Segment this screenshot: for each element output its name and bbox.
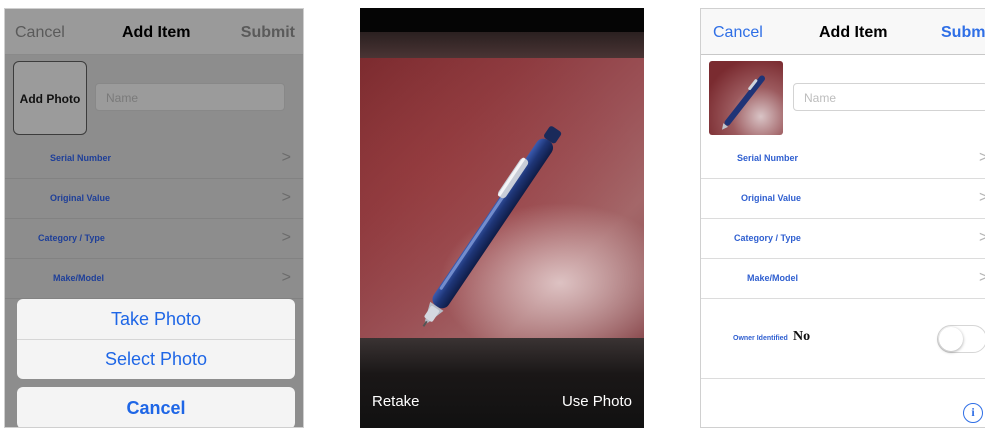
name-field[interactable]: Name xyxy=(95,83,285,111)
cancel-button[interactable]: Cancel xyxy=(713,24,763,42)
nav-bar: Cancel Add Item Submit xyxy=(701,9,985,55)
submit-button[interactable]: Submit xyxy=(941,24,985,42)
take-photo-button[interactable]: Take Photo xyxy=(17,299,295,339)
action-sheet-cancel-group: Cancel xyxy=(17,387,295,427)
chevron-right-icon: > xyxy=(281,189,291,206)
action-sheet: Take Photo Select Photo xyxy=(17,299,295,379)
chevron-right-icon: > xyxy=(979,229,985,247)
sheet-cancel-button[interactable]: Cancel xyxy=(17,387,295,427)
chevron-right-icon: > xyxy=(979,149,985,167)
chevron-right-icon: > xyxy=(979,189,985,207)
retake-button[interactable]: Retake xyxy=(372,393,420,410)
nav-bar: Cancel Add Item Submit xyxy=(5,9,303,55)
chevron-right-icon: > xyxy=(281,149,291,166)
camera-controls-bar xyxy=(360,338,644,428)
row-serial-number[interactable]: Serial Number > xyxy=(5,139,303,179)
pen-photo xyxy=(422,126,562,327)
row-label: Make/Model xyxy=(53,273,105,283)
add-photo-button[interactable]: Add Photo xyxy=(13,61,87,135)
owner-identified-toggle[interactable] xyxy=(937,325,985,353)
form-screen-with-photo: Cancel Add Item Submit Name Serial Numbe… xyxy=(700,8,985,428)
row-original-value[interactable]: Original Value > xyxy=(5,179,303,219)
row-label: Serial Number xyxy=(737,153,799,163)
row-label: Original Value xyxy=(741,193,802,203)
row-label: Category / Type xyxy=(38,233,105,243)
camera-top-strip xyxy=(360,32,644,58)
submit-button[interactable]: Submit xyxy=(241,24,295,42)
chevron-right-icon: > xyxy=(979,269,985,287)
select-photo-button[interactable]: Select Photo xyxy=(17,339,295,379)
row-label: Original Value xyxy=(50,193,111,203)
info-icon[interactable]: i xyxy=(963,403,983,423)
owner-label: Owner Identified xyxy=(733,335,788,342)
row-make-model[interactable]: Make/Model > xyxy=(5,259,303,299)
chevron-right-icon: > xyxy=(281,229,291,246)
page-title: Add Item xyxy=(819,24,888,41)
camera-preview-screen: Retake Use Photo xyxy=(360,8,644,428)
row-serial-number[interactable]: Serial Number > xyxy=(701,139,985,179)
row-category-type[interactable]: Category / Type > xyxy=(5,219,303,259)
toggle-knob xyxy=(939,327,963,351)
page-title: Add Item xyxy=(122,24,191,41)
form-screen-with-action-sheet: Cancel Add Item Submit Add Photo Name Se… xyxy=(4,8,304,428)
chevron-right-icon: > xyxy=(281,269,291,286)
row-label: Serial Number xyxy=(50,153,112,163)
row-make-model[interactable]: Make/Model > xyxy=(701,259,985,299)
item-photo-thumbnail[interactable] xyxy=(709,61,783,135)
cancel-button[interactable]: Cancel xyxy=(15,24,65,42)
owner-identified-row: Owner Identified No xyxy=(701,299,985,379)
owner-value: No xyxy=(793,329,811,344)
captured-photo xyxy=(360,58,644,338)
name-field[interactable]: Name xyxy=(793,83,985,111)
pen-photo xyxy=(709,61,783,135)
row-label: Category / Type xyxy=(734,233,801,243)
use-photo-button[interactable]: Use Photo xyxy=(562,393,632,410)
row-original-value[interactable]: Original Value > xyxy=(701,179,985,219)
camera-top-bar xyxy=(360,8,644,32)
row-label: Make/Model xyxy=(747,273,799,283)
row-category-type[interactable]: Category / Type > xyxy=(701,219,985,259)
